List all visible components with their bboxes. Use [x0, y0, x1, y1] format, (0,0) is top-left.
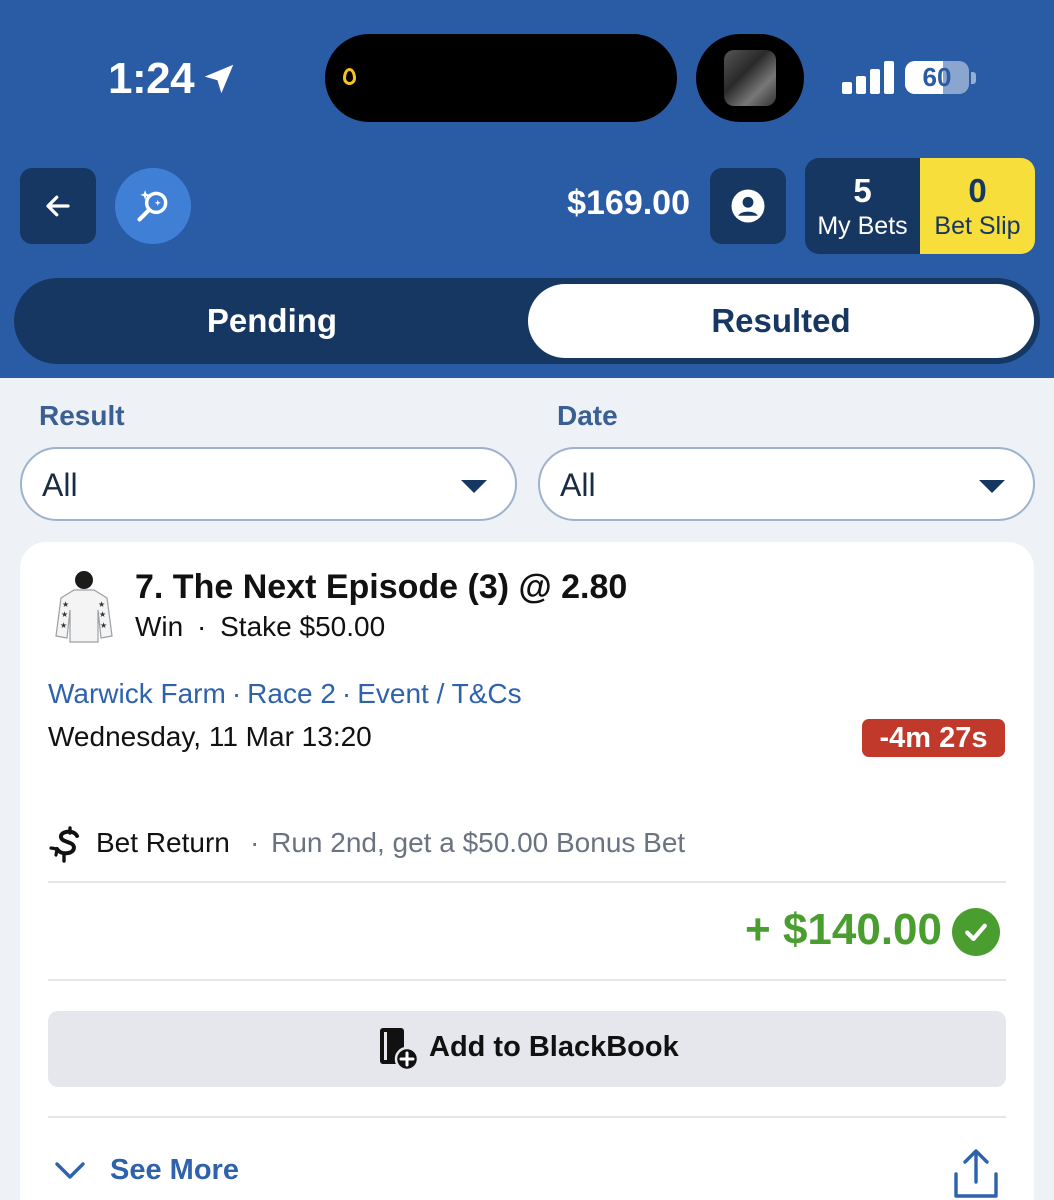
back-arrow-icon [46, 195, 70, 217]
location-arrow-icon [204, 64, 234, 94]
smart-search-button[interactable] [115, 168, 191, 244]
bet-return-description: Run 2nd, get a $50.00 Bonus Bet [271, 827, 686, 858]
chevron-down-icon [979, 480, 1005, 493]
bet-type: Win [135, 611, 184, 642]
bet-slip-button[interactable]: 0 Bet Slip [920, 158, 1035, 254]
check-circle-icon [952, 908, 1000, 956]
chevron-down-icon[interactable] [54, 1160, 86, 1182]
my-bets-button[interactable]: 5 My Bets [805, 158, 920, 254]
winnings-amount: + $140.00 [745, 905, 942, 954]
event-breadcrumb: Warwick Farm · Race 2 · Event / T&Cs [48, 678, 522, 710]
event-terms-link[interactable]: Event / T&Cs [357, 678, 521, 709]
see-more-button[interactable]: See More [110, 1154, 239, 1187]
svg-text:★: ★ [100, 621, 107, 630]
bet-stake: Stake $50.00 [220, 611, 386, 642]
race-countdown-badge: -4m 27s [862, 719, 1005, 757]
separator-dot: · [231, 678, 242, 709]
tab-resulted[interactable]: Resulted [528, 284, 1034, 358]
tab-pending[interactable]: Pending [14, 278, 530, 364]
blackbook-add-icon [380, 1028, 420, 1072]
dollar-return-icon [49, 826, 79, 863]
separator-dot: · [341, 678, 352, 709]
media-thumbnail [724, 50, 776, 106]
dynamic-island [325, 34, 677, 122]
battery-percent: 60 [922, 62, 952, 92]
search-sparkle-icon [137, 190, 168, 222]
divider [48, 1116, 1006, 1118]
bets-status-segmented-control: Pending Resulted [14, 278, 1040, 364]
bet-return-promo: · Run 2nd, get a $50.00 Bonus Bet [250, 827, 685, 859]
result-filter-select[interactable]: All [20, 447, 517, 521]
my-bets-count: 5 [853, 172, 872, 209]
result-filter-label: Result [39, 400, 125, 431]
svg-text:★: ★ [99, 610, 106, 619]
activity-indicator-icon [343, 68, 356, 85]
jockey-silks-icon: ★ ★ ★ ★ ★ ★ [55, 571, 113, 643]
account-icon [731, 189, 765, 223]
svg-text:★: ★ [60, 621, 67, 630]
chevron-down-icon [461, 480, 487, 493]
svg-text:★: ★ [98, 600, 105, 609]
back-button[interactable] [20, 168, 96, 244]
live-activity-pill [696, 34, 804, 122]
date-filter-value: All [560, 467, 596, 503]
add-to-blackbook-label: Add to BlackBook [429, 1031, 679, 1063]
separator-dot: · [197, 611, 207, 642]
bet-slip-count: 0 [968, 172, 987, 209]
race-link[interactable]: Race 2 [247, 678, 336, 709]
bet-slip-label: Bet Slip [934, 212, 1021, 240]
date-filter-label: Date [557, 400, 618, 431]
divider [48, 881, 1006, 883]
svg-text:★: ★ [62, 600, 69, 609]
my-bets-label: My Bets [817, 212, 908, 240]
date-filter-select[interactable]: All [538, 447, 1035, 521]
bet-selection-title: 7. The Next Episode (3) @ 2.80 [135, 568, 628, 606]
svg-text:★: ★ [61, 610, 68, 619]
bet-return-label: Bet Return [96, 827, 230, 858]
app-header: 1:24 60 $169.00 5 My Bets 0 Bet Slip Pen… [0, 0, 1054, 378]
separator-dot: · [250, 827, 260, 858]
status-time: 1:24 [108, 54, 195, 103]
battery-tip [971, 72, 976, 84]
bet-type-stake: Win · Stake $50.00 [135, 611, 385, 643]
account-balance: $169.00 [567, 184, 690, 222]
account-button[interactable] [710, 168, 786, 244]
result-filter-value: All [42, 467, 78, 503]
share-icon[interactable] [952, 1148, 1000, 1200]
divider [48, 979, 1006, 981]
venue-link[interactable]: Warwick Farm [48, 678, 226, 709]
signal-icon [842, 60, 894, 94]
race-datetime: Wednesday, 11 Mar 13:20 [48, 721, 372, 752]
battery-icon: 60 [905, 61, 969, 94]
